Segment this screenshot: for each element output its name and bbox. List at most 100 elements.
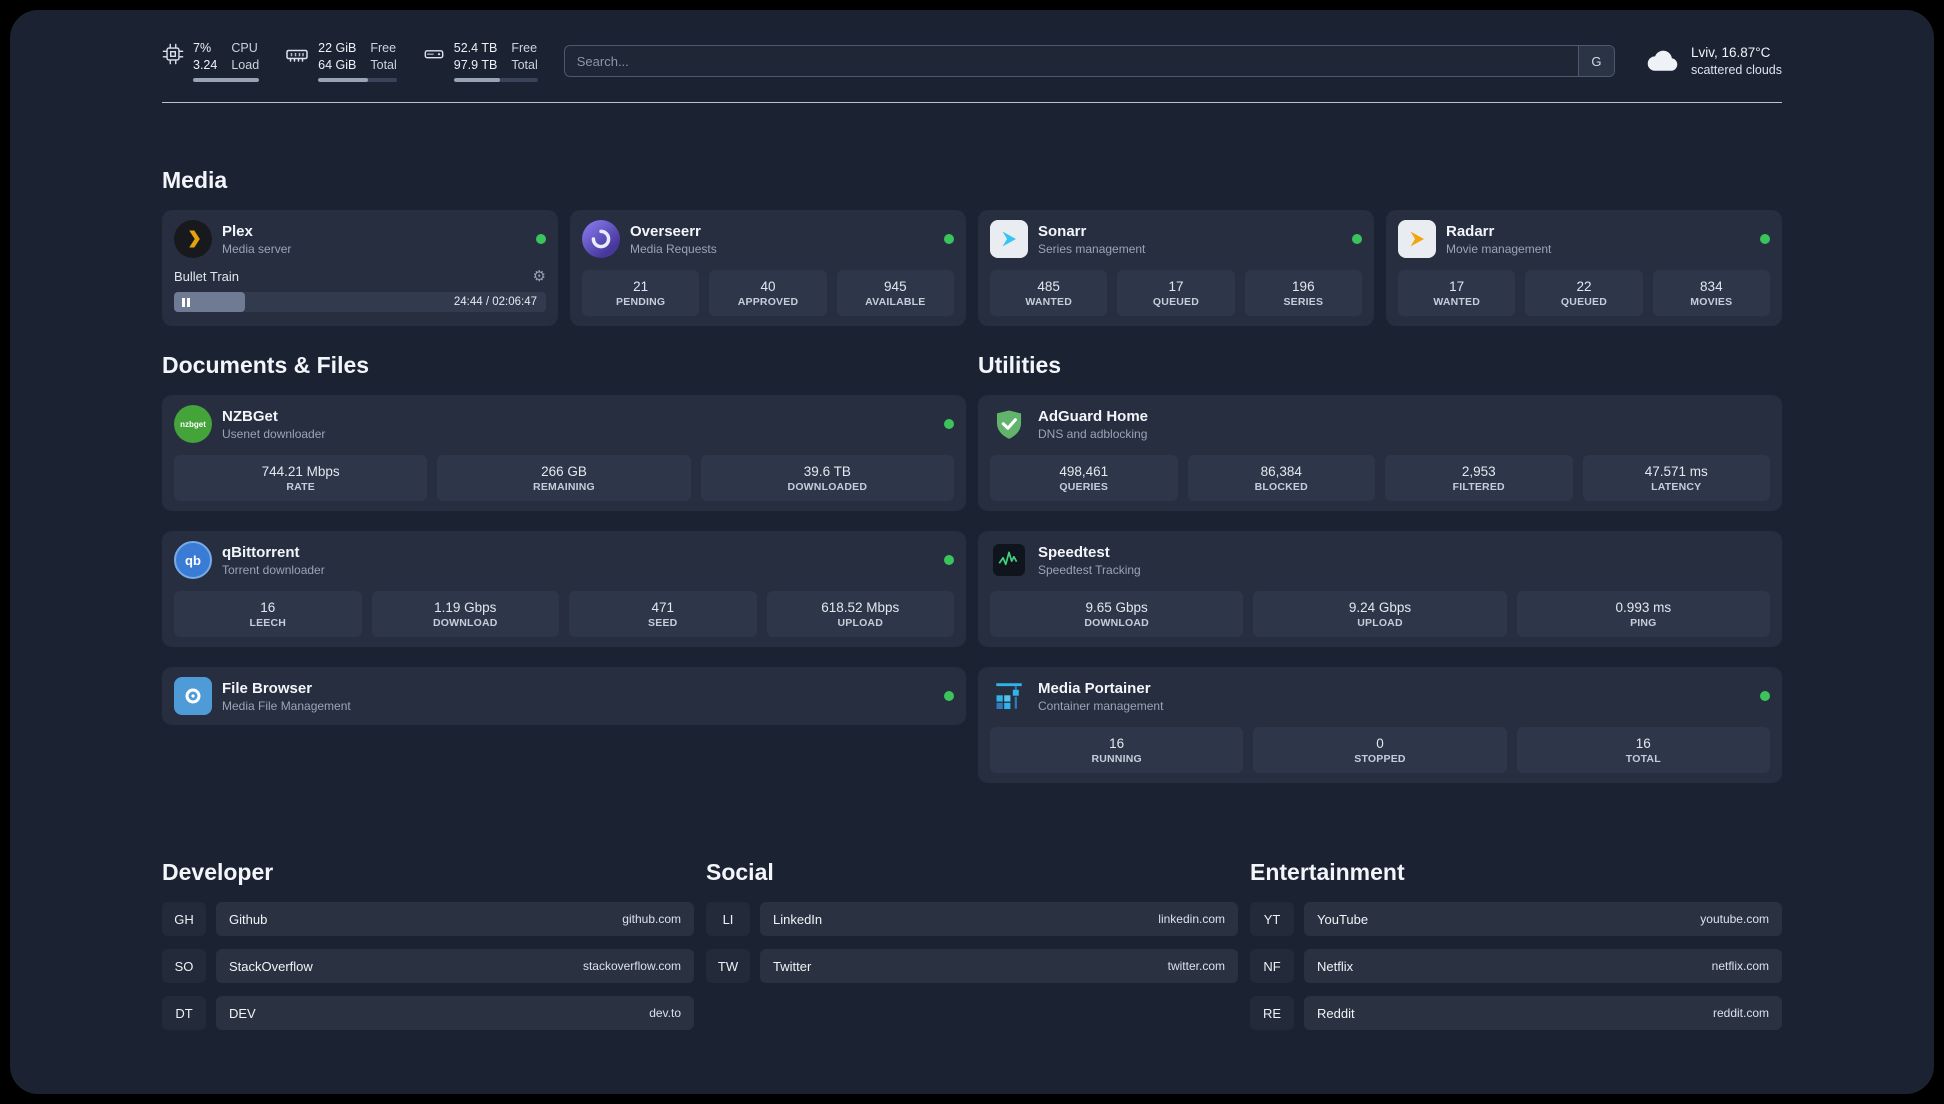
stat-upload: 9.24 Gbps UPLOAD bbox=[1253, 591, 1507, 637]
pause-icon[interactable] bbox=[182, 297, 190, 307]
section-title-documents: Documents & Files bbox=[162, 352, 370, 378]
app-card-qbittorrent[interactable]: qb qBittorrent Torrent downloader 16 LEE… bbox=[162, 531, 966, 647]
app-card-speedtest[interactable]: Speedtest Speedtest Tracking 9.65 Gbps D… bbox=[978, 531, 1782, 647]
stat-downloaded: 39.6 TB DOWNLOADED bbox=[700, 455, 954, 501]
ram-values: 22 GiB 64 GiB bbox=[318, 41, 357, 72]
bookmark-github[interactable]: GH Github github.com bbox=[162, 902, 694, 936]
app-title: Media Portainer bbox=[1038, 679, 1151, 697]
section-title-utilities: Utilities bbox=[978, 352, 1062, 378]
status-dot-online bbox=[944, 419, 954, 429]
app-title: Overseerr bbox=[630, 222, 701, 240]
search-input[interactable] bbox=[564, 46, 1578, 76]
status-dot-online bbox=[944, 555, 954, 565]
bookmark-url: netflix.com bbox=[1711, 959, 1769, 973]
bookmarks-entertainment: Entertainment YT YouTube youtube.com NF … bbox=[1250, 839, 1782, 1043]
filebrowser-icon bbox=[174, 677, 212, 715]
bookmark-stackoverflow[interactable]: SO StackOverflow stackoverflow.com bbox=[162, 949, 694, 983]
stat-series: 196 SERIES bbox=[1244, 270, 1362, 316]
app-title: NZBGet bbox=[222, 407, 278, 425]
app-subtitle: Speedtest Tracking bbox=[1038, 562, 1141, 577]
bookmarks-developer: Developer GH Github github.com SO StackO… bbox=[162, 839, 694, 1043]
portainer-icon bbox=[990, 677, 1028, 715]
app-card-nzbget[interactable]: nzbget NZBGet Usenet downloader 744.21 M… bbox=[162, 395, 966, 511]
bookmark-url: stackoverflow.com bbox=[582, 959, 681, 973]
bookmark-name: Netflix bbox=[1317, 958, 1354, 974]
app-card-portainer[interactable]: Media Portainer Container management 16 … bbox=[978, 667, 1782, 783]
weather-widget: Lviv, 16.87°C scattered clouds bbox=[1645, 43, 1782, 79]
bookmark-abbr: GH bbox=[162, 902, 206, 936]
status-dot-online bbox=[1760, 234, 1770, 244]
app-title: qBittorrent bbox=[222, 543, 300, 561]
stat-ping: 0.993 ms PING bbox=[1516, 591, 1770, 637]
app-subtitle: Media Requests bbox=[630, 241, 717, 256]
section-title-media: Media bbox=[162, 167, 228, 193]
stat-seed: 471 SEED bbox=[569, 591, 757, 637]
bookmark-abbr: DT bbox=[162, 996, 206, 1030]
bookmark-youtube[interactable]: YT YouTube youtube.com bbox=[1250, 902, 1782, 936]
disk-labels: Free Total bbox=[511, 41, 538, 72]
app-title: Sonarr bbox=[1038, 222, 1087, 240]
app-card-overseerr[interactable]: Overseerr Media Requests 21 PENDING 40 A… bbox=[570, 210, 966, 326]
bookmark-twitter[interactable]: TW Twitter twitter.com bbox=[706, 949, 1238, 983]
stat-remaining: 266 GB REMAINING bbox=[437, 455, 691, 501]
cpu-icon bbox=[162, 40, 184, 65]
stat-available: 945 AVAILABLE bbox=[836, 270, 954, 316]
status-dot-online bbox=[1760, 691, 1770, 701]
nzbget-icon: nzbget bbox=[174, 405, 212, 443]
stat-rate: 744.21 Mbps RATE bbox=[174, 455, 428, 501]
qbittorrent-icon: qb bbox=[174, 541, 212, 579]
stat-pending: 21 PENDING bbox=[582, 270, 700, 316]
app-subtitle: Media server bbox=[222, 241, 292, 256]
bookmark-name: YouTube bbox=[1317, 911, 1369, 927]
stat-queued: 22 QUEUED bbox=[1525, 270, 1643, 316]
app-card-radarr[interactable]: Radarr Movie management 17 WANTED 22 QUE… bbox=[1386, 210, 1782, 326]
disk-metric: 52.4 TB 97.9 TB Free Total bbox=[423, 40, 538, 82]
app-subtitle: Usenet downloader bbox=[222, 426, 326, 441]
bookmark-url: twitter.com bbox=[1167, 959, 1225, 973]
app-card-adguard[interactable]: AdGuard Home DNS and adblocking 498,461 … bbox=[978, 395, 1782, 511]
bookmark-abbr: NF bbox=[1250, 949, 1294, 983]
disk-progress-bar bbox=[453, 78, 538, 82]
now-playing-title: Bullet Train bbox=[174, 268, 240, 284]
bookmark-reddit[interactable]: RE Reddit reddit.com bbox=[1250, 996, 1782, 1030]
plex-playback-time: 24:44 / 02:06:47 bbox=[453, 295, 537, 308]
bookmark-dev[interactable]: DT DEV dev.to bbox=[162, 996, 694, 1030]
app-card-sonarr[interactable]: Sonarr Series management 485 WANTED 17 Q… bbox=[978, 210, 1374, 326]
app-subtitle: Container management bbox=[1038, 698, 1164, 713]
bookmark-abbr: YT bbox=[1250, 902, 1294, 936]
app-card-filebrowser[interactable]: File Browser Media File Management bbox=[162, 667, 966, 725]
bookmark-name: Twitter bbox=[773, 958, 812, 974]
bookmark-abbr: LI bbox=[706, 902, 750, 936]
stat-queries: 498,461 QUERIES bbox=[990, 455, 1178, 501]
disk-icon bbox=[423, 40, 445, 65]
stat-stopped: 0 STOPPED bbox=[1253, 727, 1507, 773]
gear-icon[interactable]: ⚙ bbox=[533, 267, 546, 285]
app-card-plex[interactable]: Plex Media server Bullet Train ⚙ 24:44 /… bbox=[162, 210, 558, 326]
app-subtitle: Series management bbox=[1038, 241, 1146, 256]
stat-queued: 17 QUEUED bbox=[1117, 270, 1235, 316]
stat-running: 16 RUNNING bbox=[990, 727, 1244, 773]
bookmark-name: Reddit bbox=[1317, 1005, 1355, 1021]
stat-approved: 40 APPROVED bbox=[709, 270, 827, 316]
bookmark-name: StackOverflow bbox=[229, 958, 313, 974]
bookmark-linkedin[interactable]: LI LinkedIn linkedin.com bbox=[706, 902, 1238, 936]
app-subtitle: DNS and adblocking bbox=[1038, 426, 1148, 441]
bookmark-name: Github bbox=[229, 911, 268, 927]
weather-location: Lviv, 16.87°C bbox=[1690, 45, 1771, 61]
bookmarks-social: Social LI LinkedIn linkedin.com TW Twitt… bbox=[706, 839, 1238, 1043]
bookmark-abbr: SO bbox=[162, 949, 206, 983]
app-subtitle: Torrent downloader bbox=[222, 562, 325, 577]
utilities-column: Utilities AdGuard Home DNS and adblockin… bbox=[978, 326, 1782, 803]
app-subtitle: Media File Management bbox=[222, 698, 351, 713]
section-title-social: Social bbox=[706, 859, 774, 885]
stat-download: 1.19 Gbps DOWNLOAD bbox=[371, 591, 559, 637]
search-engine-button[interactable]: G bbox=[1577, 46, 1614, 76]
app-title: File Browser bbox=[222, 679, 313, 697]
search-bar[interactable]: G bbox=[563, 45, 1615, 77]
stat-filtered: 2,953 FILTERED bbox=[1385, 455, 1573, 501]
bookmark-netflix[interactable]: NF Netflix netflix.com bbox=[1250, 949, 1782, 983]
ram-metric: 22 GiB 64 GiB Free Total bbox=[285, 40, 397, 82]
app-title: Plex bbox=[222, 222, 253, 240]
cpu-metric: 7% 3.24 CPU Load bbox=[162, 40, 260, 82]
plex-seek-bar[interactable]: 24:44 / 02:06:47 bbox=[174, 292, 546, 312]
